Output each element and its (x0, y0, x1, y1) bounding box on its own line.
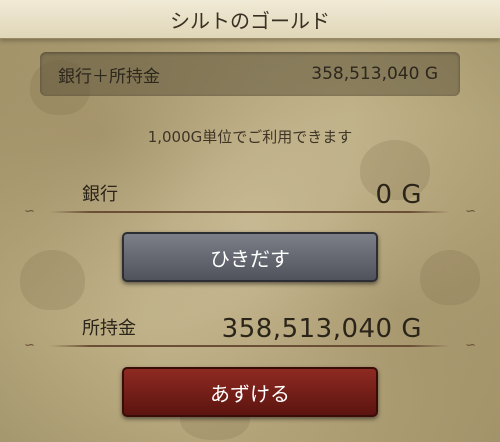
bank-row: 銀行 0 G (70, 176, 430, 210)
total-label: 銀行＋所持金 (58, 66, 160, 87)
background-pattern (20, 250, 85, 310)
ornament-left-icon: ∽ (24, 338, 35, 353)
bank-divider: ∽ ∽ (10, 204, 490, 219)
on-hand-row: 所持金 358,513,040 G (70, 310, 430, 344)
total-gold-box: 銀行＋所持金 358,513,040 G (40, 52, 460, 96)
ornament-right-icon: ∽ (465, 338, 476, 353)
on-hand-divider: ∽ ∽ (10, 338, 490, 353)
unit-note: 1,000G単位でご利用できます (147, 128, 353, 146)
deposit-button[interactable]: あずける (122, 367, 378, 417)
total-value: 358,513,040 G (311, 64, 438, 84)
title-bar: シルトのゴールド (0, 0, 500, 39)
page-title: シルトのゴールド (170, 8, 330, 33)
ornament-right-icon: ∽ (465, 204, 476, 219)
withdraw-button[interactable]: ひきだす (122, 232, 378, 282)
background-pattern (420, 250, 480, 305)
ornament-left-icon: ∽ (24, 204, 35, 219)
